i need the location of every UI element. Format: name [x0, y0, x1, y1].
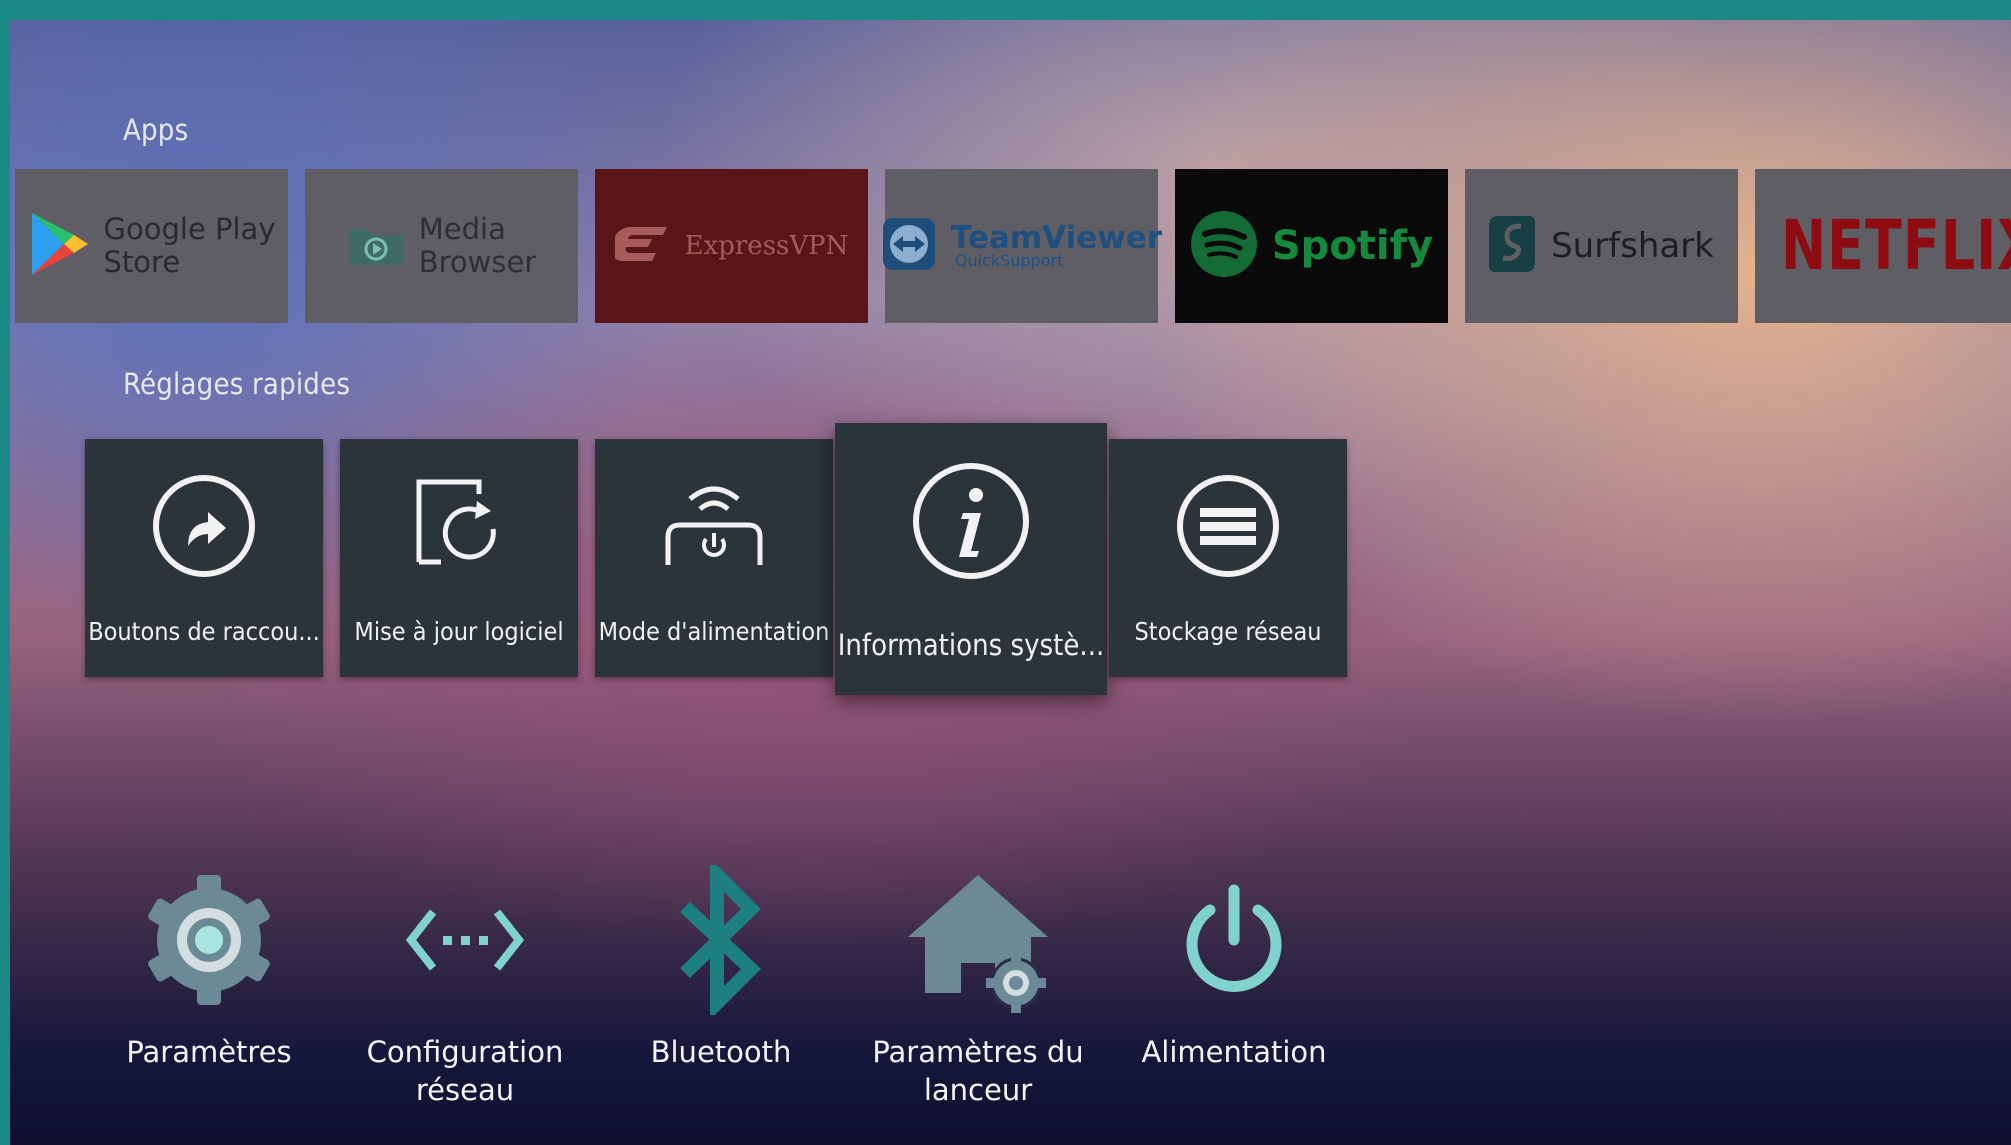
setting-alimentation[interactable]: Alimentation [1109, 855, 1359, 1071]
app-name-main: TeamViewer [950, 220, 1163, 256]
app-tile-media-browser[interactable]: Media Browser [305, 169, 578, 323]
app-tile-netflix[interactable]: NETFLIX [1755, 169, 2011, 323]
setting-label-line1: Bluetooth [650, 1035, 792, 1069]
quick-setting-label: Stockage réseau [1134, 617, 1322, 646]
teamviewer-logo [881, 216, 937, 276]
quick-setting-software-update[interactable]: Mise à jour logiciel [340, 439, 578, 677]
network-arrows-icon [340, 855, 590, 1025]
power-icon [1109, 855, 1359, 1025]
setting-parametres-du-lanceur[interactable]: Paramètres du lanceur [853, 855, 1103, 1109]
quick-setting-power-mode[interactable]: Mode d'alimentation [595, 439, 833, 677]
expressvpn-logo [610, 223, 671, 269]
quick-setting-network-storage[interactable]: Stockage réseau [1109, 439, 1347, 677]
app-tile-google-play[interactable]: Google Play Store [15, 169, 288, 323]
setting-label-line1: Paramètres du [872, 1035, 1084, 1069]
power-mode-icon [662, 477, 766, 581]
shortcut-arrow-icon [152, 474, 256, 582]
app-name-teamviewer: TeamViewer QuickSupport [951, 223, 1162, 269]
software-update-icon [409, 477, 509, 581]
app-name-google-play: Google Play Store [104, 213, 276, 279]
app-tile-teamviewer[interactable]: TeamViewer QuickSupport [882, 169, 1162, 323]
folder-play-icon [347, 221, 405, 271]
app-name-media-browser: Media Browser [419, 213, 537, 279]
app-tile-spotify[interactable]: Spotify [1175, 169, 1448, 323]
surfshark-logo [1489, 214, 1537, 278]
apps-section-title: Apps [123, 113, 189, 147]
quick-setting-label: Boutons de raccou... [88, 617, 320, 646]
quick-setting-label: Mode d'alimentation [598, 617, 830, 646]
quick-setting-label: Informations systè... [837, 628, 1105, 662]
spotify-logo [1190, 210, 1258, 282]
app-name-line1: Media [418, 212, 506, 246]
app-name-expressvpn: ExpressVPN [684, 230, 849, 261]
info-icon [911, 461, 1031, 585]
setting-label-line1: Alimentation [1141, 1035, 1327, 1069]
gear-icon [84, 855, 334, 1025]
quick-settings-section-title: Réglages rapides [123, 367, 351, 401]
app-name-line2: Browser [418, 245, 537, 279]
app-tile-expressvpn[interactable]: ExpressVPN [595, 169, 868, 323]
app-name-surfshark: Surfshark [1551, 225, 1714, 266]
app-name-line1: Google Play [103, 212, 276, 246]
setting-bluetooth[interactable]: Bluetooth [596, 855, 846, 1071]
netflix-logo: NETFLIX [1781, 205, 2011, 287]
setting-parametres[interactable]: Paramètres [84, 855, 334, 1071]
tv-launcher-screen: Apps Google Play Store Media Browser Exp… [10, 20, 2011, 1145]
app-tile-surfshark[interactable]: Surfshark [1465, 169, 1738, 323]
quick-setting-label: Mise à jour logiciel [354, 617, 564, 646]
setting-label-line2: lanceur [923, 1073, 1033, 1107]
google-play-icon [28, 211, 90, 281]
network-storage-icon [1176, 474, 1280, 582]
quick-setting-shortcut-buttons[interactable]: Boutons de raccou... [85, 439, 323, 677]
home-gear-icon [853, 855, 1103, 1025]
app-name-spotify: Spotify [1271, 222, 1434, 269]
setting-label-line1: Paramètres [126, 1035, 292, 1069]
app-name-sub: QuickSupport [954, 251, 1064, 270]
setting-label-line1: Configuration [366, 1035, 564, 1069]
setting-label-line2: réseau [415, 1073, 515, 1107]
quick-setting-system-info[interactable]: Informations systè... [835, 423, 1107, 695]
app-name-line2: Store [103, 245, 181, 279]
setting-configuration-reseau[interactable]: Configuration réseau [340, 855, 590, 1109]
bluetooth-icon [596, 855, 846, 1025]
